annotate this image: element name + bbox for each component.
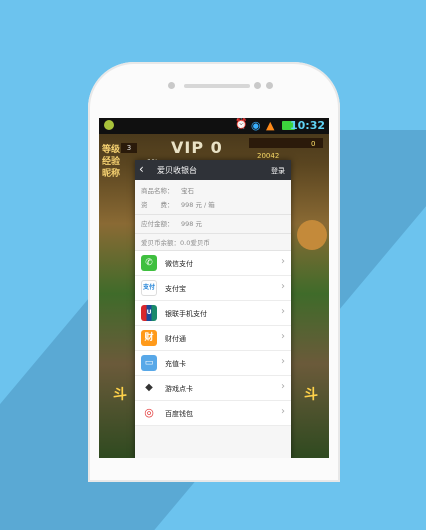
pay-method-label: 充值卡 — [165, 360, 186, 368]
side-avatar-icon[interactable] — [297, 220, 327, 250]
chevron-right-icon: › — [281, 381, 285, 392]
back-arrow-icon[interactable]: ‹ — [139, 162, 144, 176]
wifi-icon: ◉ — [251, 119, 261, 132]
chevron-right-icon: › — [281, 331, 285, 342]
baidu-wallet-icon: ◎ — [141, 405, 157, 421]
fight-right-label: 斗 — [304, 387, 318, 403]
unionpay-icon: U — [141, 305, 157, 321]
status-time: 10:32 — [289, 119, 325, 132]
chevron-right-icon: › — [281, 306, 285, 317]
status-bar: ⏰ ◉ ▲ 10:32 — [99, 118, 329, 134]
pay-method-label: 财付通 — [165, 335, 186, 343]
divider — [135, 214, 291, 215]
due-label: 应付金额： — [141, 220, 174, 228]
phone-camera — [254, 82, 261, 89]
pay-method-unionpay[interactable]: U 银联手机支付 › — [135, 301, 291, 326]
payment-methods-list: ✆ 微信支付 › 支付 支付宝 › U 银联手机支付 › 财 财付通 › ▭ 充 — [135, 250, 291, 426]
pay-method-label: 百度钱包 — [165, 410, 193, 418]
pay-method-card[interactable]: ▭ 充值卡 › — [135, 351, 291, 376]
pay-method-alipay[interactable]: 支付 支付宝 › — [135, 276, 291, 301]
tenpay-icon: 财 — [141, 330, 157, 346]
due-value: 998 元 — [181, 220, 202, 228]
vip-badge: VIP 0 — [171, 138, 223, 157]
balance-row: 爱贝币余额：0.0爱贝币 — [141, 239, 210, 247]
chevron-right-icon: › — [281, 406, 285, 417]
app-notification-icon — [104, 120, 114, 130]
pay-method-wechat[interactable]: ✆ 微信支付 › — [135, 251, 291, 276]
phone-sensor-2 — [266, 82, 273, 89]
due-row: 应付金额： 998 元 — [135, 217, 291, 231]
chevron-right-icon: › — [281, 281, 285, 292]
divider — [135, 233, 291, 234]
level-value: 3 — [121, 143, 137, 153]
product-label: 商品名称： — [141, 187, 174, 195]
nickname-label: 昵称 — [102, 169, 121, 179]
chevron-right-icon: › — [281, 256, 285, 267]
phone-sensor — [168, 82, 175, 89]
coin-count: 20042 — [257, 152, 280, 160]
price-value: 998 元 / 箱 — [181, 201, 215, 209]
payment-dialog: ‹ 爱贝收银台 登录 商品名称： 宝石 资 费： 998 元 / 箱 应付金额：… — [135, 160, 291, 458]
price-label: 资 费： — [141, 201, 174, 209]
resource-value: 0 — [311, 140, 316, 148]
pay-method-label: 银联手机支付 — [165, 310, 207, 318]
price-row: 资 费： 998 元 / 箱 — [135, 198, 291, 212]
card-icon: ▭ — [141, 355, 157, 371]
product-value: 宝石 — [181, 187, 194, 195]
alipay-icon: 支付 — [141, 280, 157, 296]
alarm-icon: ⏰ — [235, 119, 248, 130]
chevron-right-icon: › — [281, 356, 285, 367]
dialog-header: ‹ 爱贝收银台 登录 — [135, 160, 291, 180]
wechat-icon: ✆ — [141, 255, 157, 271]
fight-left-label: 斗 — [113, 387, 127, 403]
phone-screen: ⏰ ◉ ▲ 10:32 等级 3 经验 1% 昵称 VIP 0 0 20042 … — [99, 118, 329, 458]
dialog-title: 爱贝收银台 — [157, 166, 197, 175]
login-button[interactable]: 登录 — [271, 166, 285, 176]
pay-method-game-card[interactable]: ◆ 游戏点卡 › — [135, 376, 291, 401]
pay-method-label: 支付宝 — [165, 285, 186, 293]
signal-icon: ▲ — [266, 119, 275, 132]
order-info: 商品名称： 宝石 资 费： 998 元 / 箱 应付金额： 998 元 爱贝币余… — [135, 180, 291, 250]
gamepad-icon: ◆ — [141, 380, 157, 396]
pay-method-label: 游戏点卡 — [165, 385, 193, 393]
product-row: 商品名称： 宝石 — [135, 184, 291, 198]
phone-speaker — [184, 84, 250, 88]
pay-method-label: 微信支付 — [165, 260, 193, 268]
pay-method-baidu-wallet[interactable]: ◎ 百度钱包 › — [135, 401, 291, 426]
pay-method-tenpay[interactable]: 财 财付通 › — [135, 326, 291, 351]
